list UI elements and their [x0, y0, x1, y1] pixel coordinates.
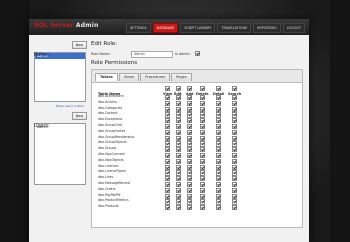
select-all-delete-checkbox[interactable]	[200, 86, 206, 92]
select-all-search-checkbox[interactable]	[232, 86, 238, 92]
nav-reporting[interactable]: REPORTING	[253, 23, 281, 33]
role-form-row: Role Name: Admin Is Admin:	[91, 51, 303, 59]
permissions-panel: Tables Views Procedures Pages Table Name…	[91, 69, 303, 228]
table-row: dbo.Products	[92, 204, 302, 211]
table-name: dbo.Products	[98, 204, 119, 209]
main-content: Edit Role: Role Name: Admin Is Admin: Ro…	[91, 41, 303, 228]
users-title: Users:	[34, 123, 50, 129]
top-bar: SQL Server Admin SETTINGS DATABASE SCRIP…	[29, 19, 309, 35]
delete-permission-checkbox[interactable]	[200, 205, 206, 211]
is-admin-label: Is Admin:	[175, 52, 191, 56]
new-user-button[interactable]: New	[71, 112, 87, 120]
logo-sub: Admin	[75, 22, 99, 29]
edit-role-heading: Edit Role:	[91, 41, 118, 47]
app-window: SQL Server Admin SETTINGS DATABASE SCRIP…	[29, 19, 309, 242]
permissions-tabs: Tables Views Procedures Pages	[92, 70, 302, 83]
nav-logout[interactable]: LOGOUT	[282, 23, 305, 33]
show-users-link[interactable]: Show users in Role	[34, 104, 84, 108]
roles-list[interactable]: Admin	[34, 52, 86, 102]
view-permission-checkbox[interactable]	[165, 205, 171, 211]
select-all-detail-checkbox[interactable]	[216, 86, 222, 92]
is-admin-checkbox[interactable]	[195, 51, 201, 57]
role-name-input[interactable]: Admin	[131, 51, 173, 58]
nav-script-library[interactable]: SCRIPT LIBRARY	[180, 23, 216, 33]
tab-pages[interactable]: Pages	[171, 73, 192, 81]
permissions-rows: dbo.ActiveUsers dbo.Articles dbo.Categorie…	[92, 94, 302, 211]
tab-tables[interactable]: Tables	[95, 73, 118, 81]
role-name-label: Role Name:	[91, 52, 111, 56]
sidebar: Roles: New Admin Show users in Role User…	[34, 41, 87, 185]
users-list[interactable]: admin	[34, 123, 86, 185]
roles-title: Roles:	[34, 52, 50, 58]
app-logo: SQL Server Admin	[34, 22, 98, 29]
main-nav: SETTINGS DATABASE SCRIPT LIBRARY TRANSLA…	[125, 23, 305, 33]
search-permission-checkbox[interactable]	[232, 205, 238, 211]
edit-permission-checkbox[interactable]	[176, 205, 182, 211]
nav-translations[interactable]: TRANSLATIONS	[217, 23, 252, 33]
new-role-button[interactable]: New	[71, 41, 87, 49]
detail-permission-checkbox[interactable]	[216, 205, 222, 211]
tab-procedures[interactable]: Procedures	[140, 73, 171, 81]
select-all-edit-checkbox[interactable]	[176, 86, 182, 92]
add-permission-checkbox[interactable]	[187, 205, 193, 211]
nav-database[interactable]: DATABASE	[152, 23, 179, 33]
tab-views[interactable]: Views	[118, 73, 140, 81]
role-permissions-heading: Role Permissions	[91, 60, 138, 66]
nav-settings[interactable]: SETTINGS	[125, 23, 151, 33]
select-all-add-checkbox[interactable]	[187, 86, 193, 92]
select-all-view-checkbox[interactable]	[165, 86, 171, 92]
logo-main: SQL Server	[34, 22, 74, 29]
